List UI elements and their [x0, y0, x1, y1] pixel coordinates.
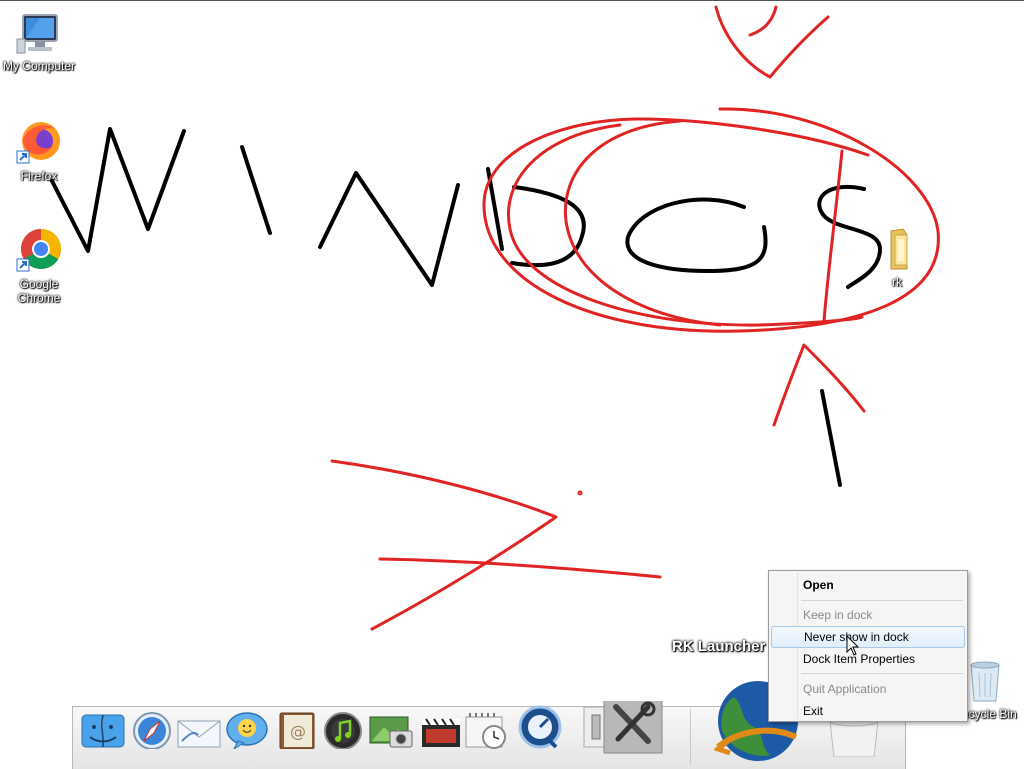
desktop-icon-label: Firefox: [20, 169, 58, 183]
dock-item-ichat[interactable]: [224, 701, 270, 749]
ellipse-inner: [563, 119, 722, 327]
finder-icon: [81, 714, 125, 748]
desktop-icon-label: Google Chrome: [17, 277, 61, 305]
dock-item-iphoto[interactable]: [368, 701, 414, 749]
dock-item-ical[interactable]: [464, 701, 510, 749]
menu-item-quit-application[interactable]: Quit Application: [771, 678, 965, 700]
check-mark: [714, 5, 830, 79]
menu-item-open[interactable]: Open: [771, 574, 965, 596]
quicktime-icon: [518, 705, 562, 749]
dock-item-mail[interactable]: [176, 701, 222, 749]
tools-icon: [583, 701, 663, 754]
letter-d: [486, 167, 586, 268]
ichat-icon: [226, 712, 268, 749]
dock-item-safari[interactable]: [130, 701, 176, 749]
letter-i: [240, 145, 272, 235]
stroke-below-arrow: [820, 389, 842, 487]
z-shape: [330, 459, 662, 631]
mail-icon: [177, 720, 221, 748]
ical-icon: [465, 713, 506, 749]
dock-item-imovie[interactable]: [418, 701, 464, 749]
dock-item-tools[interactable]: [582, 701, 664, 754]
address-book-icon: @: [279, 712, 315, 749]
chrome-icon: [16, 229, 61, 272]
itunes-icon: [324, 712, 362, 749]
dock-context-menu: Open Keep in dock Never show in dock Doc…: [768, 570, 968, 722]
svg-text:@: @: [290, 722, 306, 741]
iphoto-icon: [369, 716, 413, 748]
desktop-icon-my-computer[interactable]: My Computer: [0, 9, 78, 73]
dock-separator: [690, 709, 691, 765]
recycle-bin-icon: [970, 661, 1000, 702]
menu-item-never-show-in-dock[interactable]: Never show in dock: [771, 626, 965, 648]
mouse-cursor-icon: [846, 635, 860, 656]
desktop-icon-google-chrome[interactable]: Google Chrome: [0, 227, 78, 305]
desktop-icon-label: My Computer: [2, 59, 76, 73]
vertical-line: [822, 149, 844, 323]
dock-tooltip: RK Launcher: [672, 638, 766, 655]
desktop-icon-firefox[interactable]: Firefox: [0, 119, 78, 183]
up-arrow: [772, 343, 866, 427]
folder-icon: [890, 228, 908, 270]
letter-o: [625, 197, 768, 273]
desktop-icon-label: rk: [892, 275, 902, 289]
dock-item-quicktime[interactable]: [516, 701, 562, 749]
imovie-icon: [422, 718, 460, 747]
firefox-icon: [16, 122, 60, 164]
menu-separator: [801, 600, 963, 601]
ellipse-outer: [482, 107, 940, 333]
dock-item-finder[interactable]: [80, 701, 126, 749]
desktop-icon-rk[interactable]: rk: [858, 225, 936, 289]
dock-item-itunes[interactable]: [320, 701, 366, 749]
desktop: My Computer Firefox Google Chrome rk Rec…: [0, 0, 1024, 769]
computer-icon: [16, 14, 58, 54]
handwriting-windos: [50, 127, 882, 487]
red-markup: [330, 5, 940, 631]
letter-n: [318, 171, 460, 287]
menu-item-keep-in-dock[interactable]: Keep in dock: [771, 604, 965, 626]
dot: [577, 490, 583, 496]
dock-item-address-book[interactable]: @: [274, 701, 320, 749]
menu-item-exit[interactable]: Exit: [771, 700, 965, 722]
menu-item-dock-item-properties[interactable]: Dock Item Properties: [771, 648, 965, 670]
safari-icon: [133, 712, 171, 749]
ellipse-middle: [507, 123, 864, 327]
menu-separator: [801, 673, 963, 674]
